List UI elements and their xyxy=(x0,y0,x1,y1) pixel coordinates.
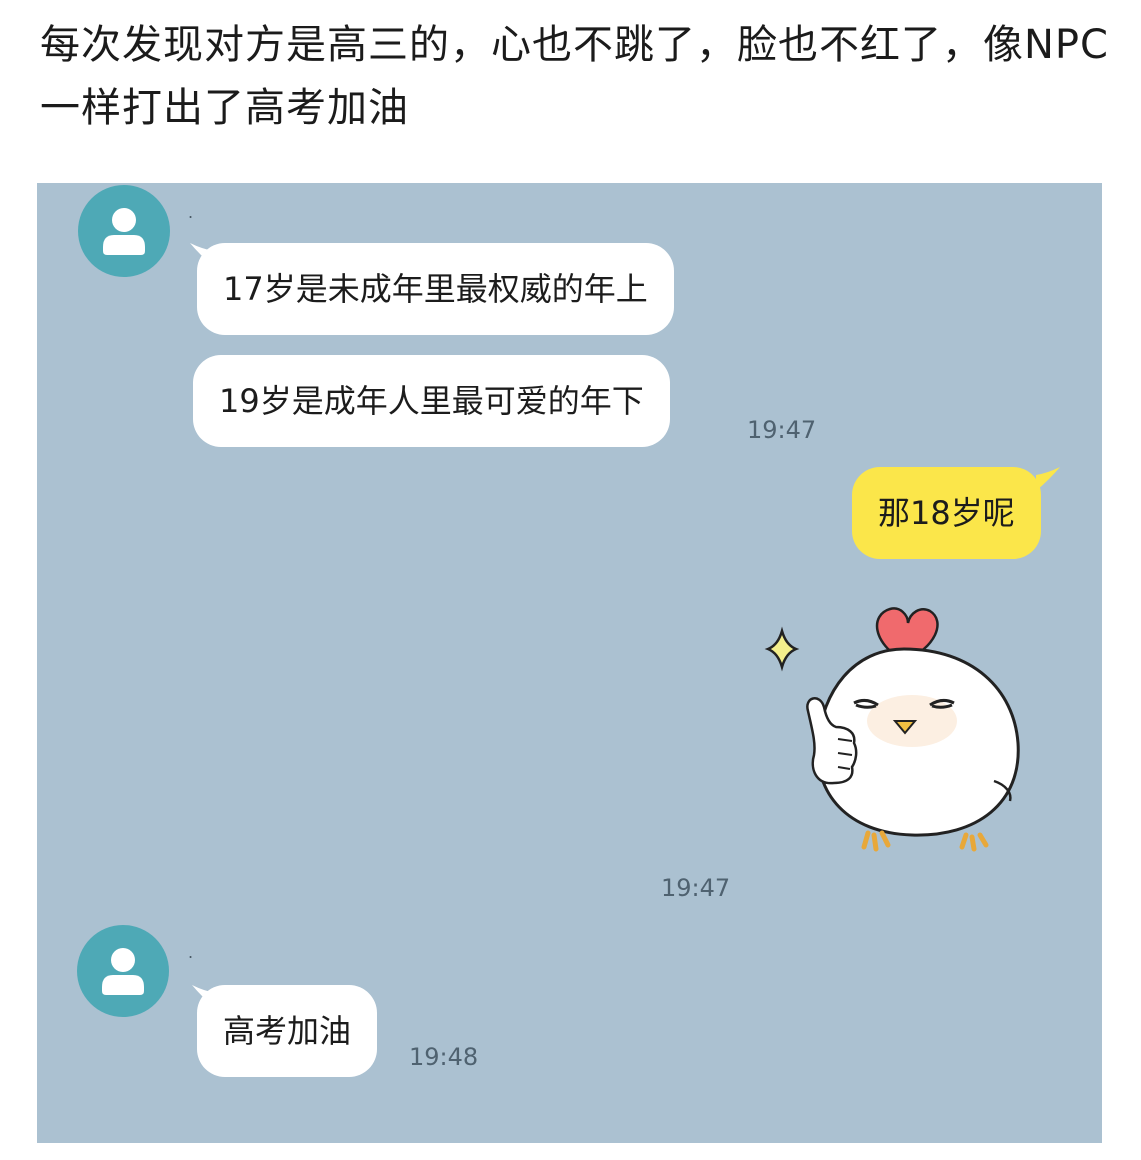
chick-thumbs-up-heart-sticker[interactable] xyxy=(762,593,1062,873)
sender-name: . xyxy=(188,943,194,962)
avatar[interactable] xyxy=(77,925,169,1017)
post-caption: 每次发现对方是高三的，心也不跳了，脸也不红了，像NPC一样打出了高考加油 xyxy=(40,22,1109,131)
message-timestamp: 19:47 xyxy=(661,874,731,902)
message-bubble[interactable]: 17岁是未成年里最权威的年上 xyxy=(197,243,674,335)
avatar[interactable] xyxy=(78,185,170,277)
message-bubble[interactable]: 高考加油 xyxy=(197,985,378,1077)
message-timestamp: 19:47 xyxy=(747,416,817,444)
user-icon xyxy=(103,208,145,255)
chat-window: . 17岁是未成年里最权威的年上 19岁是成年人里最可爱的年下 19:47 那1… xyxy=(37,183,1102,1143)
message-bubble-mine[interactable]: 那18岁呢 xyxy=(852,467,1041,559)
message-bubble[interactable]: 19岁是成年人里最可爱的年下 xyxy=(193,355,670,447)
sender-name: . xyxy=(188,203,194,222)
message-timestamp: 19:48 xyxy=(409,1043,479,1071)
user-icon xyxy=(102,948,144,995)
